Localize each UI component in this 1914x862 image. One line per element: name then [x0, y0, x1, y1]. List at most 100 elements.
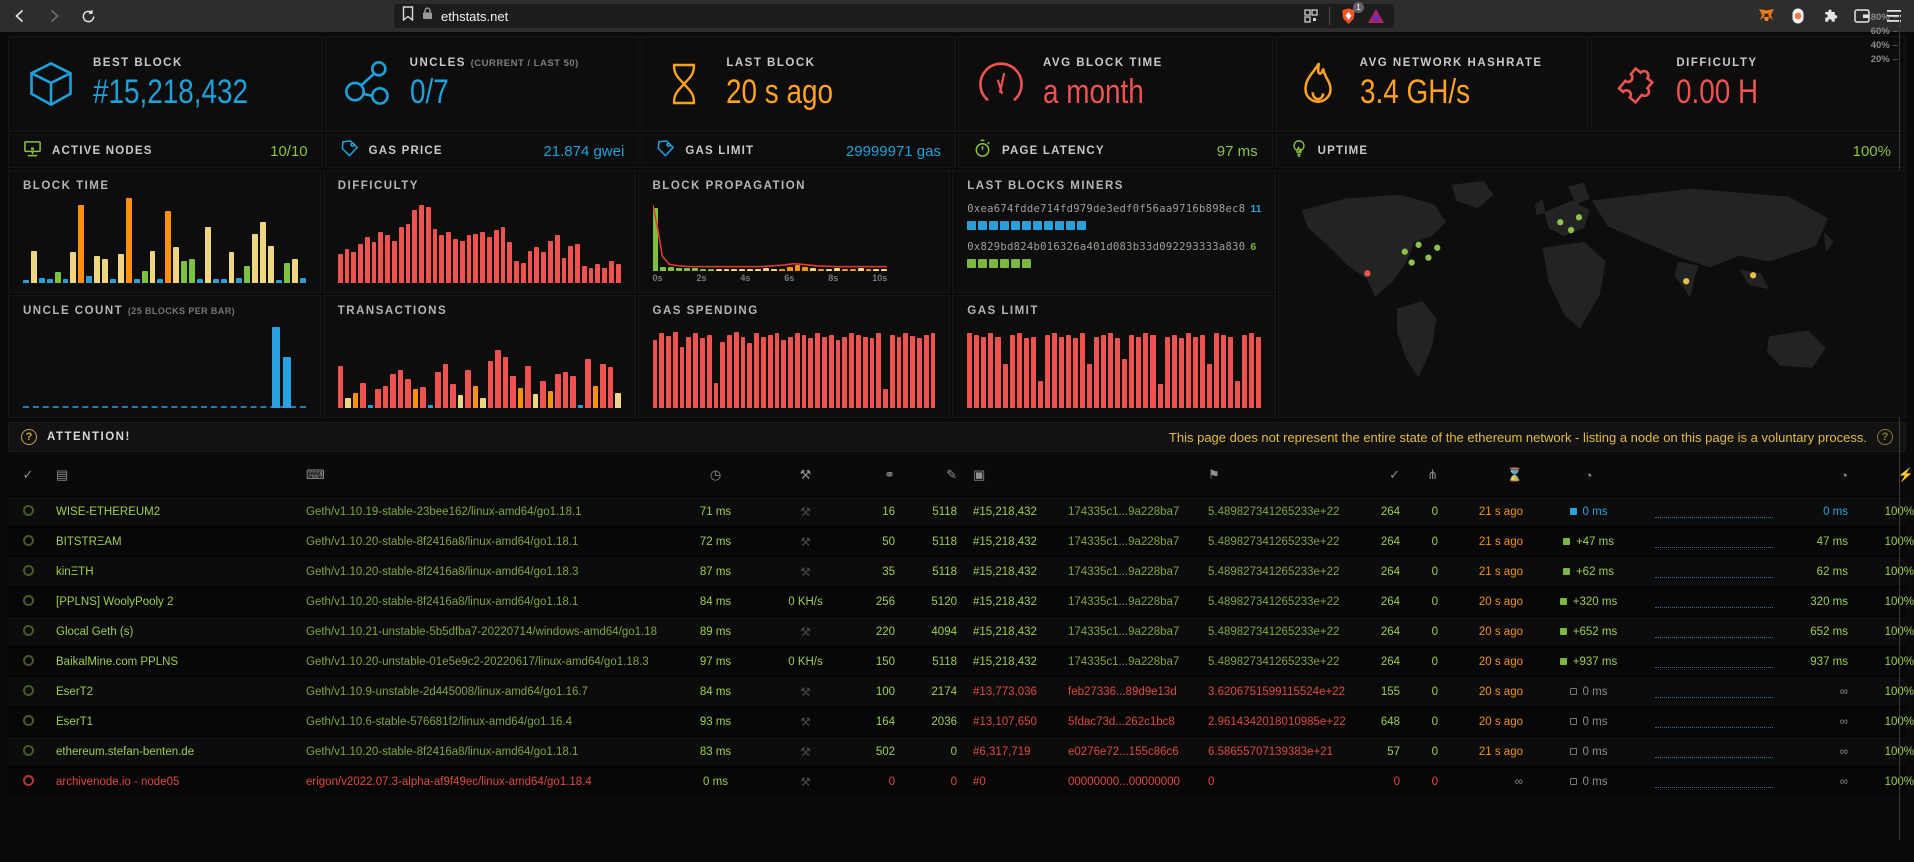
node-row[interactable]: ethereum.stefan-benten.deGeth/v1.10.20-s… [8, 736, 1906, 766]
chart-bar [365, 237, 370, 283]
node-row[interactable]: archivenode.io - node05erigon/v2022.07.3… [8, 766, 1906, 796]
chart-bar [673, 332, 678, 409]
chart-bar [1143, 333, 1148, 408]
chart-bar [94, 256, 100, 283]
chart-bar [707, 335, 712, 408]
nodes-table-header: ✓▤⌨◷⚒⚭✎▣⚑✓⋔⌛◔◔⚡ [8, 454, 1906, 496]
node-status [8, 775, 48, 789]
chart-bar [398, 370, 404, 408]
node-type: erigon/v2022.07.3-alpha-af9f49ec/linux-a… [298, 776, 668, 788]
chart-bar [118, 254, 124, 283]
node-uncles: 0 [1408, 536, 1446, 548]
miner-block-count: 6 [1250, 241, 1256, 253]
attention-bar: ? ATTENTION! This page does not represen… [8, 422, 1906, 452]
chart-bar [787, 267, 793, 271]
panel-title: LAST BLOCKS MINERS [967, 180, 1261, 192]
node-peers: 100 [848, 686, 903, 698]
chart-bar [788, 337, 793, 408]
chart-bar [755, 269, 761, 271]
chart-bar [724, 269, 730, 271]
node-uncles: 0 [1408, 506, 1446, 518]
argent-icon[interactable] [1788, 6, 1808, 26]
node-block-hash: e0276e72...155c86c6 [1060, 746, 1200, 758]
node-total-difficulty: 5.489827341265233e+22 [1200, 626, 1360, 638]
qr-code-icon[interactable] [1301, 6, 1321, 26]
computer-icon: ⌨ [298, 467, 668, 483]
node-type: Geth/v1.10.20-stable-8f2416a8/linux-amd6… [298, 596, 668, 608]
stat-label: UPTIME [1318, 145, 1369, 157]
reload-button[interactable] [78, 6, 98, 26]
node-type: Geth/v1.10.9-unstable-2d445008/linux-amd… [298, 686, 668, 698]
brave-shield-icon[interactable]: 1 [1338, 6, 1358, 26]
chart-bar [684, 268, 690, 271]
node-uptime: 100% [1856, 596, 1914, 608]
node-name: BITSTRΞAM [48, 536, 298, 548]
chart-bar [653, 208, 659, 271]
node-row[interactable]: WISE-ETHEREUM2Geth/v1.10.19-stable-23bee… [8, 496, 1906, 526]
address-bar[interactable]: ethstats.net 1 [394, 4, 1394, 28]
chart-bar [585, 359, 591, 408]
uncle-bar [272, 327, 280, 408]
node-total-difficulty: 5.489827341265233e+22 [1200, 596, 1360, 608]
node-propagation: 0 ms [1531, 716, 1646, 728]
chart-bar [747, 343, 752, 408]
node-icon: ▤ [48, 467, 298, 483]
node-name: [PPLNS] WoolyPooly 2 [48, 596, 298, 608]
help-circle-icon[interactable]: ? [1877, 429, 1893, 445]
chart-bar [747, 269, 753, 271]
chart-bar [608, 367, 614, 408]
chart-uncle-count: UNCLE COUNT (25 BLOCKS PER BAR) [8, 295, 321, 418]
node-row[interactable]: Glocal Geth (s)Geth/v1.10.21-unstable-5b… [8, 616, 1906, 646]
node-total-difficulty: 5.489827341265233e+22 [1200, 566, 1360, 578]
node-row[interactable]: BaikalMine.com PPLNSGeth/v1.10.20-unstab… [8, 646, 1906, 676]
stat-value: 21.874 gwei [543, 143, 624, 160]
node-name: EserT1 [48, 716, 298, 728]
node-mining: 0 KH/s [763, 656, 848, 668]
chart-bar [419, 205, 424, 283]
url-text[interactable]: ethstats.net [441, 9, 508, 24]
node-row[interactable]: EserT2Geth/v1.10.9-unstable-2d445008/lin… [8, 676, 1906, 706]
chart-bar [1094, 337, 1099, 408]
chart-bar [205, 227, 211, 283]
chart-bar [692, 268, 698, 271]
chart-bar [142, 271, 148, 283]
propagation-axis-line [1899, 14, 1900, 840]
chart-difficulty: DIFFICULTY [323, 170, 636, 293]
chart-bar [890, 335, 895, 408]
node-row[interactable]: kinΞTHGeth/v1.10.20-stable-8f2416a8/linu… [8, 556, 1906, 586]
stat-value: a month [1043, 73, 1219, 112]
stat-card-avg-network-hashrate: AVG NETWORK HASHRATE 3.4 GH/s [1275, 36, 1590, 132]
node-pending: 0 [903, 746, 965, 758]
chart-bar [595, 264, 600, 283]
stat-value: 97 ms [1217, 143, 1258, 160]
bookmark-icon[interactable] [402, 6, 414, 26]
metamask-icon[interactable] [1756, 6, 1776, 26]
propagation-history [1655, 505, 1773, 518]
node-block-hash: 174335c1...9a228ba7 [1060, 536, 1200, 548]
chart-gas-limit: GAS LIMIT [952, 295, 1276, 418]
node-row[interactable]: EserT1Geth/v1.10.6-stable-576681f2/linux… [8, 706, 1906, 736]
node-peers: 502 [848, 746, 903, 758]
node-row[interactable]: BITSTRΞAMGeth/v1.10.20-stable-8f2416a8/l… [8, 526, 1906, 556]
chart-bar [383, 386, 389, 408]
node-uptime: 100% [1856, 536, 1914, 548]
miner-block-squares [967, 259, 1261, 268]
chart-bar [931, 333, 936, 408]
chart-bar [1186, 333, 1191, 408]
node-uncles: 0 [1408, 776, 1446, 788]
extensions-puzzle-icon[interactable] [1820, 6, 1840, 26]
node-status [8, 715, 48, 729]
back-button[interactable] [10, 6, 30, 26]
chart-bar [375, 389, 381, 408]
puzzle-icon [1606, 58, 1662, 110]
node-name: BaikalMine.com PPLNS [48, 656, 298, 668]
node-row[interactable]: [PPLNS] WoolyPooly 2Geth/v1.10.20-stable… [8, 586, 1906, 616]
forward-button[interactable] [44, 6, 64, 26]
tag-icon [340, 139, 359, 163]
chart-bar [563, 372, 569, 408]
avalanche-icon[interactable] [1366, 6, 1386, 26]
chart-bar [390, 374, 396, 408]
chart-bar [345, 249, 350, 283]
propagation-icon: ◔ [1531, 468, 1646, 483]
miner-address: 0x829bd824b016326a401d083b33d092293333a8… [967, 241, 1245, 253]
